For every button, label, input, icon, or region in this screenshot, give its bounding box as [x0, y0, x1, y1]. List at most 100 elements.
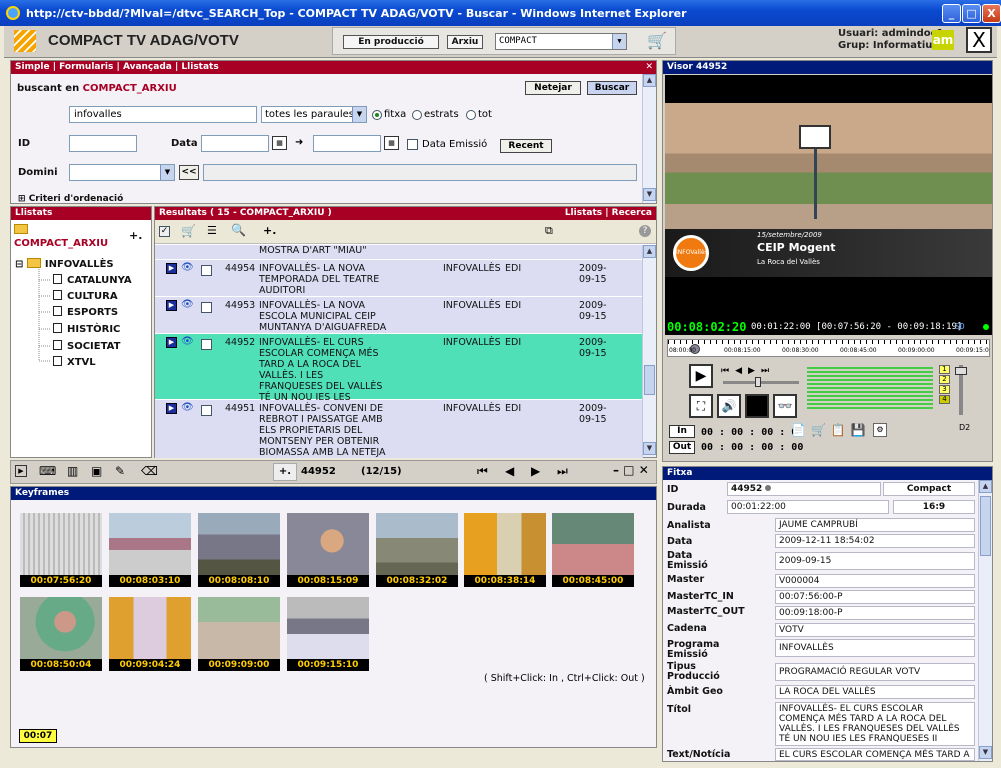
keyframe-thumb[interactable]: 00:08:15:09: [287, 513, 369, 587]
volume-icon[interactable]: 🔊: [717, 394, 741, 418]
window-controls-icon[interactable]: – □ ✕: [613, 463, 649, 477]
keyframe-thumb[interactable]: 00:08:03:10: [109, 513, 191, 587]
query-input[interactable]: infovalles: [69, 106, 257, 123]
scroll-down-icon[interactable]: ▼: [643, 188, 656, 201]
table-row[interactable]: ▶ 👁 44951 INFOVALLÈS- CONVENI DE REBROT …: [155, 400, 643, 458]
archive-button[interactable]: Arxiu: [447, 35, 483, 49]
link-llistats[interactable]: Llistats: [565, 208, 602, 218]
next-page-icon[interactable]: ▶: [531, 464, 540, 478]
radio-fitxa[interactable]: [372, 110, 382, 120]
radio-tot[interactable]: [466, 110, 476, 120]
tree-item-societat[interactable]: SOCIETAT: [53, 340, 120, 352]
scroll-down-icon[interactable]: ▼: [979, 746, 992, 759]
tab-llistats[interactable]: Llistats: [181, 62, 218, 72]
table-row-selected[interactable]: ▶ 👁 44952 INFOVALLÈS- EL CURS ESCOLAR CO…: [155, 334, 643, 414]
timeline[interactable]: 08:00:00 00:08:15:00 00:08:30:00 00:08:4…: [667, 339, 991, 357]
layout-icon[interactable]: ▥: [67, 464, 78, 478]
record-scrollbar[interactable]: ▲ ▼: [978, 480, 992, 761]
keyframe-thumb[interactable]: 00:09:15:10: [287, 597, 369, 671]
play-icon[interactable]: ▶: [166, 337, 177, 348]
keyframe-thumb[interactable]: 00:08:45:00: [552, 513, 634, 587]
prev-page-icon[interactable]: ◀: [505, 464, 514, 478]
calendar-icon[interactable]: ▦: [384, 136, 399, 150]
volume-slider[interactable]: [955, 365, 967, 415]
search-scrollbar[interactable]: ▲ ▼: [642, 74, 656, 203]
id-input[interactable]: [69, 135, 137, 152]
clear-button[interactable]: Netejar: [525, 81, 581, 95]
table-row[interactable]: ▶ 👁 44953 INFOVALLÈS- LA NOVA ESCOLA MUN…: [155, 297, 643, 333]
view-icon[interactable]: 👁: [181, 402, 194, 413]
radio-estrats[interactable]: [412, 110, 422, 120]
link-recerca[interactable]: Recerca: [612, 208, 652, 218]
transport-buttons[interactable]: ⏮◀▶⏭: [721, 366, 775, 376]
cart-add-icon[interactable]: 🛒: [181, 224, 196, 238]
play-icon[interactable]: ▶: [166, 403, 177, 414]
domain-select[interactable]: ▼: [69, 164, 175, 181]
database-select[interactable]: COMPACT ▼: [495, 33, 627, 50]
add-icon[interactable]: +.: [273, 463, 297, 481]
audio-track[interactable]: 4: [939, 395, 950, 404]
fullscreen-icon[interactable]: ⛶: [689, 394, 713, 418]
minimize-button[interactable]: _: [942, 4, 961, 23]
out-button[interactable]: Out: [669, 441, 695, 454]
keyframe-thumb[interactable]: 00:09:09:00: [198, 597, 280, 671]
in-button[interactable]: In: [669, 425, 695, 438]
scroll-up-icon[interactable]: ▲: [643, 245, 656, 258]
view-icon[interactable]: 👁: [181, 336, 194, 347]
keyframe-thumb[interactable]: 00:07:56:20: [20, 513, 102, 587]
first-page-icon[interactable]: ⏮: [477, 464, 488, 479]
tab-simple[interactable]: Simple: [15, 62, 50, 72]
view-icon[interactable]: 👁: [181, 262, 194, 273]
close-window-button[interactable]: X: [982, 4, 1001, 23]
cart-icon[interactable]: 🛒: [645, 31, 669, 51]
scroll-down-icon[interactable]: ▼: [643, 442, 656, 455]
calendar-icon[interactable]: ▦: [272, 136, 287, 150]
binoculars-icon[interactable]: 👓: [773, 394, 797, 418]
clip-action-icons[interactable]: 📄🛒📋💾: [791, 423, 871, 437]
row-checkbox[interactable]: [201, 339, 212, 350]
scroll-thumb[interactable]: [980, 496, 991, 556]
keyboard-icon[interactable]: ⌨: [39, 464, 56, 478]
play-icon[interactable]: ▶: [166, 300, 177, 311]
volume-slider-thumb[interactable]: [955, 367, 967, 375]
exit-button[interactable]: X: [966, 27, 992, 53]
sort-criteria[interactable]: ⊞ Criteri d'ordenació: [18, 194, 123, 204]
monitor-icon[interactable]: [745, 394, 769, 418]
emission-date-checkbox[interactable]: [407, 139, 418, 150]
audio-track[interactable]: 3: [939, 385, 950, 394]
date-from-input[interactable]: [201, 135, 269, 152]
production-button[interactable]: En producció: [343, 35, 439, 49]
play-button[interactable]: ▶: [689, 364, 713, 388]
row-checkbox[interactable]: [201, 405, 212, 416]
audio-track[interactable]: 2: [939, 375, 950, 384]
tab-formularis[interactable]: Formularis: [59, 62, 113, 72]
tree-item-xtvl[interactable]: XTVL: [53, 356, 96, 368]
speed-slider-thumb[interactable]: [755, 377, 761, 387]
eraser-icon[interactable]: ⌫: [141, 464, 158, 478]
speed-slider[interactable]: [723, 377, 799, 387]
tab-avancada[interactable]: Avançada: [123, 62, 172, 72]
keyframe-thumb[interactable]: 00:08:08:10: [198, 513, 280, 587]
scroll-up-icon[interactable]: ▲: [979, 480, 992, 493]
edit-icon[interactable]: ✎: [115, 464, 125, 478]
date-to-input[interactable]: [313, 135, 381, 152]
add-icon[interactable]: +.: [263, 224, 276, 237]
back-button[interactable]: <<: [179, 165, 199, 180]
select-all-checkbox[interactable]: ✓: [159, 226, 170, 237]
keyframe-thumb[interactable]: 00:08:50:04: [20, 597, 102, 671]
results-scrollbar[interactable]: ▲ ▼: [642, 245, 656, 457]
maximize-button[interactable]: □: [962, 4, 981, 23]
search-button[interactable]: Buscar: [587, 81, 637, 95]
row-checkbox[interactable]: [201, 302, 212, 313]
add-list-icon[interactable]: +.: [129, 229, 142, 242]
words-select[interactable]: totes les paraules ▼: [261, 106, 367, 123]
tree-item-catalunya[interactable]: CATALUNYA: [53, 274, 132, 286]
view-icon[interactable]: 👁: [181, 299, 194, 310]
preview-icon[interactable]: 🔍: [231, 223, 246, 237]
media-icon[interactable]: ▣: [91, 464, 102, 478]
tree-folder-infovalles[interactable]: ⊟ INFOVALLÈS: [15, 258, 114, 270]
table-row[interactable]: ▶ 👁 44954 INFOVALLÈS- LA NOVA TEMPORADA …: [155, 260, 643, 296]
last-page-icon[interactable]: ⏭: [557, 464, 568, 479]
close-icon[interactable]: ✕: [645, 61, 653, 74]
keyframe-thumb[interactable]: 00:09:04:24: [109, 597, 191, 671]
